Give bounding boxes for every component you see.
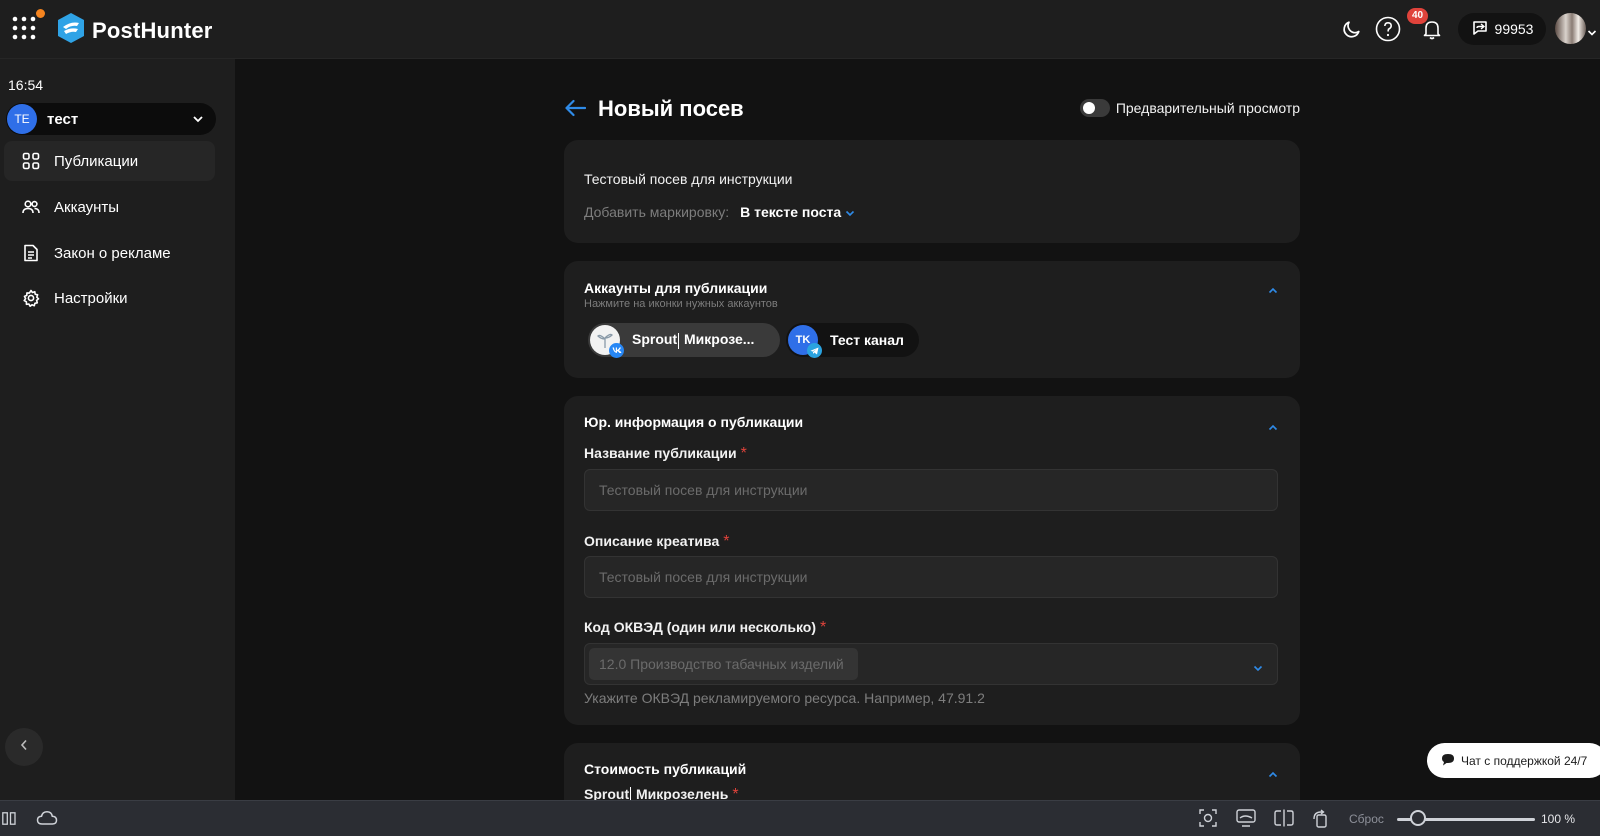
publication-name-label: Название публикации — [584, 445, 737, 461]
apps-indicator-dot — [36, 9, 45, 18]
cloud-icon[interactable] — [36, 810, 58, 831]
top-bar: PostHunter 40 99953 — [0, 0, 1600, 59]
accounts-card-title: Аккаунты для публикации — [584, 280, 768, 296]
logo[interactable]: PostHunter — [56, 12, 213, 49]
collapse-accounts-chevron-up-icon[interactable] — [1268, 281, 1278, 299]
posthunter-logo-icon — [56, 12, 86, 49]
users-icon — [20, 199, 42, 215]
post-card: Тестовый посев для инструкции Добавить м… — [564, 140, 1300, 243]
collapse-sidebar-button[interactable] — [5, 728, 43, 766]
creative-description-label: Описание креатива — [584, 533, 720, 549]
preview-label: Предварительный просмотр — [1115, 100, 1300, 116]
chevron-down-icon — [845, 204, 855, 220]
sidebar-item-label: Настройки — [54, 289, 128, 307]
balance-value: 99953 — [1494, 21, 1534, 37]
user-avatar[interactable] — [1555, 13, 1586, 44]
text-cursor — [678, 332, 680, 349]
pause-icon[interactable] — [2, 812, 16, 830]
sidebar-item-label: Публикации — [54, 152, 139, 170]
document-icon — [20, 244, 42, 262]
account-avatar — [590, 325, 624, 358]
back-arrow-icon[interactable] — [564, 99, 587, 122]
sidebar-item-publications[interactable]: Публикации — [4, 141, 215, 181]
marking-select[interactable]: В тексте поста — [740, 204, 855, 220]
okved-select[interactable]: 12.0 Производство табачных изделий — [584, 643, 1278, 685]
okved-hint: Укажите ОКВЭД рекламируемого ресурса. На… — [584, 690, 985, 706]
account-name: Sprout Микрозе... — [632, 331, 755, 349]
zoom-reset-label[interactable]: Сброс — [1349, 812, 1384, 826]
sidebar: 16:54 TE тест Публикации Аккаунты Закон … — [0, 59, 235, 800]
accounts-card: Аккаунты для публикации Нажмите на иконк… — [564, 261, 1300, 378]
collapse-cost-chevron-up-icon[interactable] — [1268, 765, 1278, 783]
post-text: Тестовый посев для инструкции — [584, 171, 793, 187]
creative-description-input[interactable]: Тестовый посев для инструкции — [584, 556, 1278, 598]
rotate-icon[interactable] — [1311, 809, 1331, 834]
marking-label: Добавить маркировку: — [584, 204, 730, 220]
required-asterisk: * — [819, 619, 827, 636]
browser-status-bar: Сброс 100 % — [0, 800, 1600, 836]
telegram-icon — [807, 343, 822, 358]
chevron-down-icon — [192, 110, 204, 128]
account-name: Тест канал — [830, 332, 904, 348]
legal-info-card-title: Юр. информация о публикации — [584, 414, 804, 430]
screen-capture-icon[interactable] — [1236, 809, 1256, 832]
repost-icon — [1471, 20, 1489, 39]
screenshot-icon[interactable] — [1199, 809, 1217, 832]
current-time: 16:54 — [8, 77, 44, 93]
preview-toggle[interactable] — [1079, 99, 1110, 117]
zoom-slider-knob[interactable] — [1410, 810, 1426, 826]
balance-button[interactable]: 99953 — [1458, 13, 1546, 45]
required-asterisk: * — [723, 533, 730, 550]
split-view-icon[interactable] — [1274, 809, 1294, 832]
avatar-chevron-down-icon[interactable] — [1587, 24, 1597, 42]
support-chat-button[interactable]: Чат с поддержкой 24/7 — [1427, 743, 1600, 778]
sidebar-item-label: Закон о рекламе — [54, 244, 171, 262]
theme-moon-icon[interactable] — [1339, 16, 1365, 42]
chevron-left-icon — [20, 738, 28, 756]
marking-row: Добавить маркировку: В тексте поста — [584, 204, 1280, 220]
gear-icon — [20, 289, 42, 307]
account-chip-test-channel[interactable]: TK Тест канал — [786, 323, 919, 358]
support-chat-label: Чат с поддержкой 24/7 — [1461, 753, 1588, 768]
vk-icon — [609, 343, 624, 358]
marking-value: В тексте поста — [740, 204, 842, 220]
sidebar-item-label: Аккаунты — [54, 198, 120, 216]
page-title: Новый посев — [598, 96, 744, 121]
sidebar-item-accounts[interactable]: Аккаунты — [4, 187, 215, 227]
accounts-card-subtitle: Нажмите на иконки нужных аккаунтов — [584, 298, 778, 310]
project-select[interactable]: TE тест — [6, 103, 216, 135]
project-avatar: TE — [7, 104, 37, 134]
collapse-legal-chevron-up-icon[interactable] — [1268, 418, 1278, 436]
chevron-down-icon — [1253, 659, 1263, 675]
okved-selected-tag[interactable]: 12.0 Производство табачных изделий — [589, 648, 858, 680]
okved-label: Код ОКВЭД (один или несколько) — [584, 619, 816, 635]
zoom-value: 100 % — [1541, 812, 1576, 826]
page-header: Новый посев Предварительный просмотр — [564, 93, 1300, 129]
grid-icon — [20, 152, 42, 170]
help-icon[interactable] — [1375, 16, 1401, 42]
preview-toggle-row[interactable]: Предварительный просмотр — [1079, 99, 1300, 117]
sidebar-item-ad-law[interactable]: Закон о рекламе — [4, 233, 215, 273]
chat-bubble-icon — [1441, 753, 1455, 769]
legal-info-card: Юр. информация о публикации Название пуб… — [564, 396, 1300, 725]
sidebar-item-settings[interactable]: Настройки — [4, 278, 215, 318]
notifications-badge: 40 — [1407, 8, 1428, 24]
logo-text: PostHunter — [92, 17, 213, 43]
required-asterisk: * — [740, 445, 747, 462]
project-name: тест — [47, 110, 79, 128]
account-chip-sprout[interactable]: Sprout Микрозе... — [588, 323, 780, 358]
cost-card-title: Стоимость публикаций — [584, 761, 747, 777]
account-avatar: TK — [788, 325, 822, 358]
apps-grid-icon[interactable] — [12, 16, 38, 42]
publication-name-input[interactable]: Тестовый посев для инструкции — [584, 469, 1278, 511]
